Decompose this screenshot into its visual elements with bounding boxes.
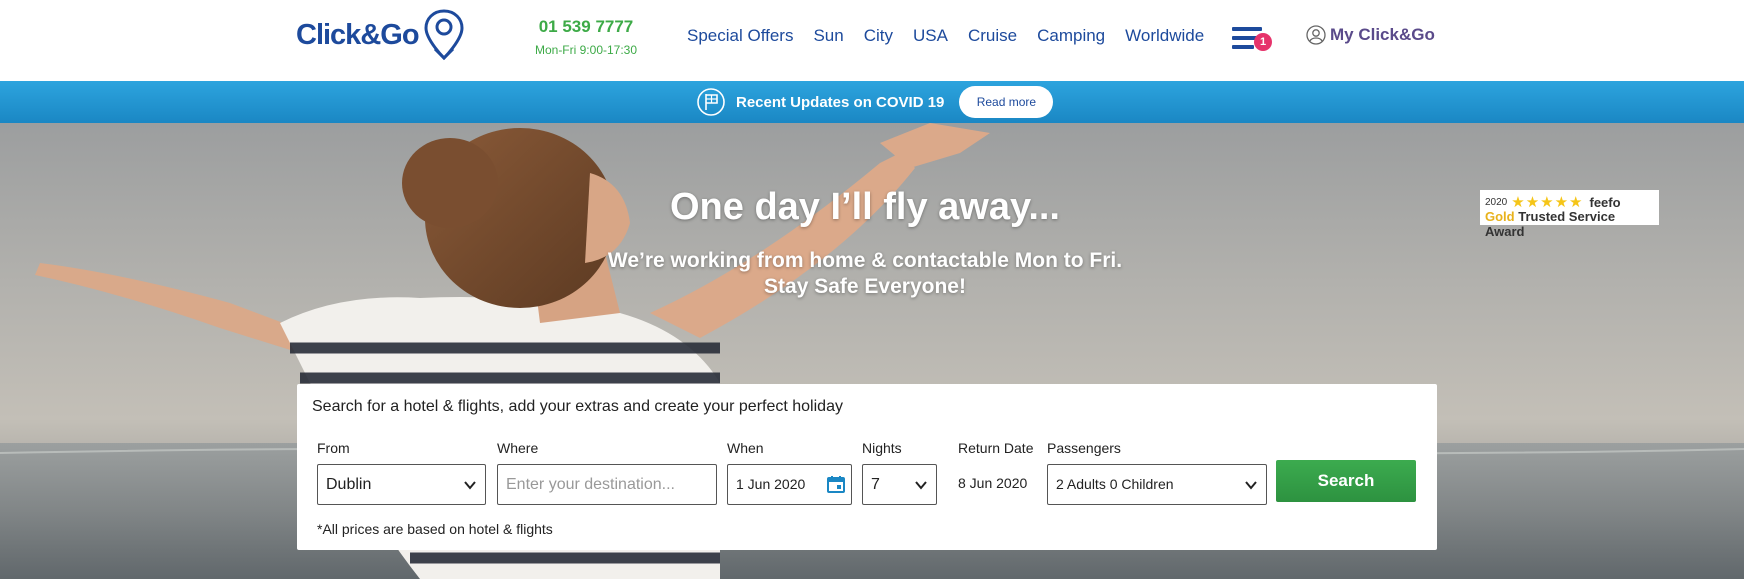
when-date-picker[interactable]: 1 Jun 2020 <box>727 464 852 505</box>
chevron-down-icon <box>1245 481 1257 490</box>
nav-special-offers[interactable]: Special Offers <box>687 26 793 46</box>
my-account-link[interactable]: My Click&Go <box>1306 25 1435 45</box>
from-select[interactable]: Dublin <box>317 464 486 505</box>
feefo-gold: Gold <box>1485 209 1515 224</box>
nav-city[interactable]: City <box>864 26 893 46</box>
nav-camping[interactable]: Camping <box>1037 26 1105 46</box>
phone-number[interactable]: 01 539 7777 <box>528 17 644 37</box>
passengers-label: Passengers <box>1047 440 1121 456</box>
clickandgo-logo[interactable]: Click&Go <box>296 8 465 62</box>
nav-cruise[interactable]: Cruise <box>968 26 1017 46</box>
hero-banner: One day I’ll fly away... We’re working f… <box>0 123 1744 579</box>
when-value: 1 Jun 2020 <box>736 476 806 492</box>
covid-banner: Recent Updates on COVID 19 Read more <box>0 81 1744 123</box>
nav-worldwide[interactable]: Worldwide <box>1125 26 1204 46</box>
main-nav: Special Offers Sun City USA Cruise Campi… <box>687 26 1224 46</box>
from-value: Dublin <box>326 476 372 493</box>
feefo-award-badge[interactable]: 2020 ★★★★★ feefo Gold Trusted Service Aw… <box>1480 190 1659 239</box>
location-pin-icon <box>424 9 464 61</box>
hero-subtitle-line2: Stay Safe Everyone! <box>764 275 966 298</box>
nights-value: 7 <box>871 476 880 493</box>
nav-usa[interactable]: USA <box>913 26 948 46</box>
where-label: Where <box>497 440 539 456</box>
passengers-value: 2 Adults 0 Children <box>1056 476 1174 492</box>
notification-badge: 1 <box>1254 33 1272 51</box>
user-icon <box>1306 25 1326 45</box>
feefo-year: 2020 <box>1485 196 1508 208</box>
read-more-button[interactable]: Read more <box>959 86 1054 118</box>
return-date-label: Return Date <box>958 440 1034 456</box>
phone-contact: 01 539 7777 Mon-Fri 9:00-17:30 <box>528 17 644 57</box>
chevron-down-icon <box>915 481 927 490</box>
when-label: When <box>727 440 764 456</box>
where-placeholder: Enter your destination... <box>506 476 675 493</box>
calendar-icon[interactable] <box>826 474 846 494</box>
site-header: Click&Go 01 539 7777 Mon-Fri 9:00-17:30 … <box>0 0 1744 81</box>
search-button[interactable]: Search <box>1276 460 1416 502</box>
hero-subtitle-line1: We’re working from home & contactable Mo… <box>607 249 1123 272</box>
flag-icon <box>697 88 725 116</box>
nav-sun[interactable]: Sun <box>813 26 843 46</box>
chevron-down-icon <box>464 481 476 490</box>
hero-subtitle: We’re working from home & contactable Mo… <box>0 248 1730 300</box>
passengers-select[interactable]: 2 Adults 0 Children <box>1047 464 1267 505</box>
return-date-value: 8 Jun 2020 <box>958 475 1028 491</box>
covid-text: Recent Updates on COVID 19 <box>736 93 945 111</box>
holiday-search-panel: Search for a hotel & flights, add your e… <box>297 384 1437 550</box>
from-label: From <box>317 440 350 456</box>
feefo-brand: feefo <box>1589 194 1621 210</box>
prices-note: *All prices are based on hotel & flights <box>317 521 553 537</box>
nights-select[interactable]: 7 <box>862 464 937 505</box>
logo-text: Click&Go <box>296 18 420 51</box>
nights-label: Nights <box>862 440 902 456</box>
hero-title: One day I’ll fly away... <box>669 186 1060 228</box>
phone-hours: Mon-Fri 9:00-17:30 <box>534 43 638 57</box>
account-label: My Click&Go <box>1330 25 1435 44</box>
where-input[interactable]: Enter your destination... <box>497 464 717 505</box>
search-intro: Search for a hotel & flights, add your e… <box>312 398 843 415</box>
